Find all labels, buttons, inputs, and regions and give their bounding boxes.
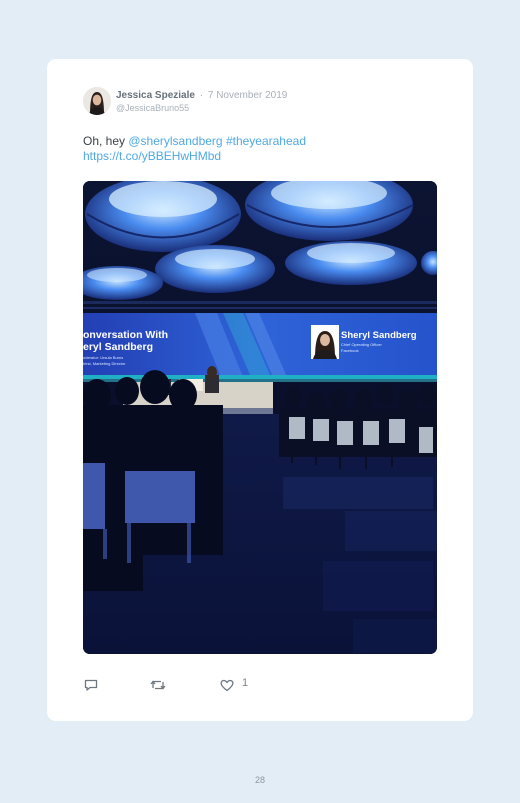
avatar-image [83,87,111,115]
screen-left-sub-1: oderator: Ursula Burns [83,355,123,360]
tweet-text-prefix: Oh, hey [83,134,129,148]
retweet-button[interactable] [149,677,167,698]
separator-dot: · [199,90,204,101]
tweet-text: Oh, hey @sherylsandberg #theyearahead ht… [83,134,443,164]
heart-icon [220,679,234,692]
screen-left-title-1: onversation With [83,329,168,341]
page-number: 28 [254,775,265,785]
retweet-icon [150,680,166,690]
author-handle[interactable]: @JessicaBruno55 [116,103,189,113]
reply-button[interactable] [83,677,99,698]
like-count: 1 [242,677,249,689]
conference-photo: onversation With eryl Sandberg oderator:… [83,181,437,654]
author-name[interactable]: Jessica Speziale [116,90,195,101]
tweet-date[interactable]: 7 November 2019 [208,90,288,101]
reply-icon [84,679,98,691]
ceiling-lamp [155,245,275,293]
screen-right-role-2: Facebook [341,348,359,353]
avatar[interactable] [83,87,111,115]
screen-left-sub-2: hirst, Marketing Director [83,361,126,366]
url-link[interactable]: https://t.co/yBBEHwHMbd [83,149,221,163]
tweet-card: Jessica Speziale · 7 November 2019 @Jess… [47,59,473,721]
hashtag-link[interactable]: #theyearahead [226,134,306,148]
screen-right-role-1: Chief Operating Officer [341,342,383,347]
tweet-actions: 1 [83,677,283,693]
screen-right-name: Sheryl Sandberg [341,330,417,341]
screen-left-title-2: eryl Sandberg [83,341,153,353]
tweet-photo[interactable]: onversation With eryl Sandberg oderator:… [83,181,437,654]
speaker-portrait [311,325,339,359]
ceiling-lamp [285,241,417,285]
author-line: Jessica Speziale · 7 November 2019 [116,90,287,101]
mention-link[interactable]: @sherylsandberg [128,134,222,148]
like-button[interactable] [219,677,235,698]
